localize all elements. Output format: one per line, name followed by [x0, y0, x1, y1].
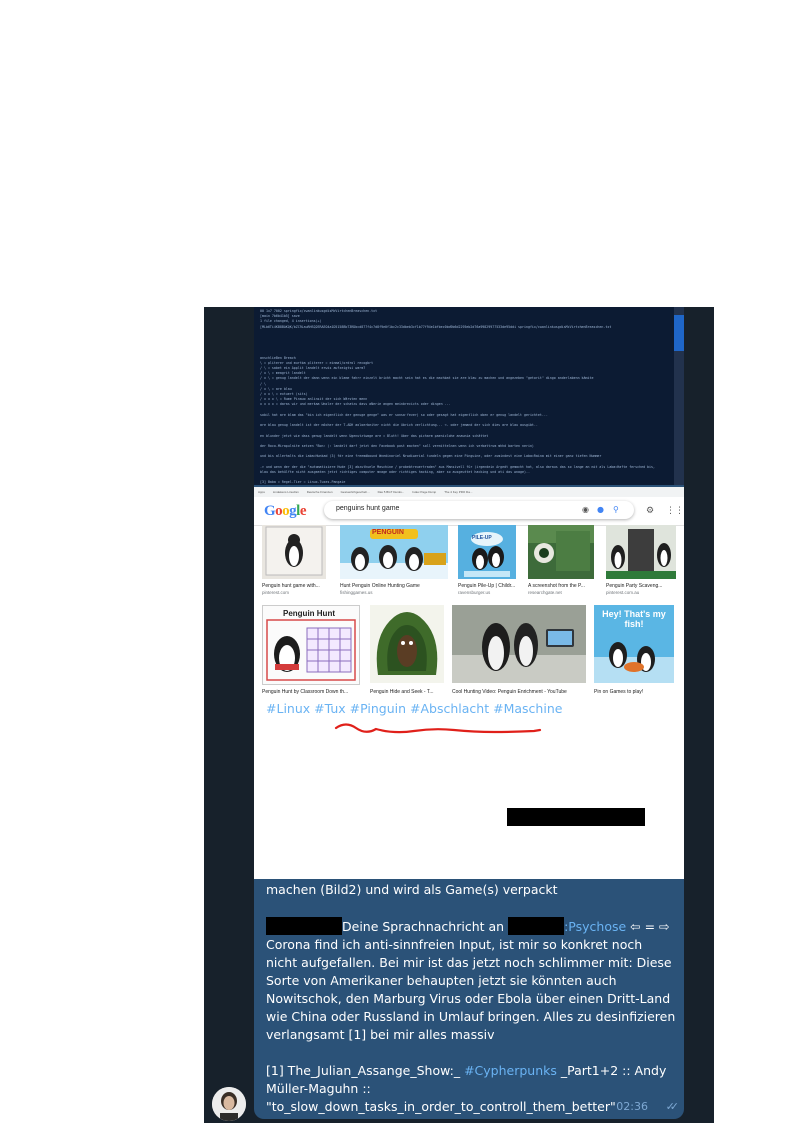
avatar[interactable]	[212, 1087, 246, 1121]
image-thumbnail: Penguin Hunt	[262, 605, 360, 685]
bookmark-item[interactable]: Index Page Dump	[412, 490, 436, 494]
bookmark-item[interactable]: Lindekens Linuxfan	[273, 490, 299, 494]
image-title: Pin on Games to play!	[594, 689, 644, 695]
image-title: Penguin Hide and Seek - T...	[370, 689, 434, 695]
hashtag-link[interactable]: #Abschlacht	[410, 701, 489, 716]
image-title: Penguin Hunt by Classroom Down th...	[262, 689, 349, 695]
image-title: Penguin Pile-Up | Childr...	[458, 583, 516, 589]
image-title: Cool Hunting Video: Penguin Enrichment -…	[452, 689, 567, 695]
message-wanted-text: WANTED, DEAD	[566, 701, 665, 716]
image-thumbnail	[606, 525, 676, 579]
search-header: Google penguins hunt game ◉ ● ⚲ ⚙ ⋮⋮	[254, 497, 684, 526]
message-text-run: "to_slow_down_tasks_in_order_to_controll…	[266, 1099, 616, 1114]
bookmark-item[interactable]: The 4 Key PRO Da...	[444, 490, 472, 494]
image-source: pinterest.com.au	[606, 590, 640, 595]
hashtag-link[interactable]: #Pinguin	[350, 701, 406, 716]
image-title: Hunt Penguin Online Hunting Game	[340, 583, 420, 589]
hashtag-link[interactable]: #Maschine	[493, 701, 562, 716]
user-avatar-icon	[212, 1087, 246, 1121]
camera-icon[interactable]: ◉	[582, 504, 589, 516]
image-thumbnail	[528, 525, 594, 579]
message-text: #Linux #Tux #Pinguin #Abschlacht #Maschi…	[266, 700, 676, 1116]
apps-grid-icon[interactable]: ⋮⋮	[666, 506, 684, 516]
microphone-icon[interactable]: ●	[597, 504, 604, 516]
thumb-banner-text: Hey! That's my fish!	[602, 609, 666, 629]
read-receipt-icon: ✓✓	[665, 1100, 680, 1113]
terminal-scrollbar	[674, 307, 684, 485]
image-title: Penguin Party Scaveng...	[606, 583, 663, 589]
hashtag-link[interactable]: #Tux	[314, 701, 346, 716]
image-source: researchgate.net	[528, 590, 562, 595]
hashtag-link[interactable]: #Linux	[266, 701, 310, 716]
image-thumbnail	[452, 605, 586, 683]
image-source: ravensburger.us	[458, 590, 491, 595]
terminal-line: [3] Baba = Regel-Tier = Linux-Tuxes-Pang…	[260, 480, 346, 485]
bookmark-bar: Apps Lindekens Linuxfan Deutsche Finanzen G…	[254, 487, 684, 497]
search-input[interactable]: penguins hunt game ◉ ● ⚲	[324, 501, 634, 519]
bookmark-item[interactable]: Deutsche Finanzen	[307, 490, 333, 494]
search-query: penguins hunt game	[336, 505, 400, 512]
google-logo: Google	[264, 503, 307, 519]
message-bubble: 00 1x7 7002 springfix/cwanlinkusgdisMcVi…	[254, 307, 684, 1119]
redaction-box	[266, 917, 342, 935]
image-thumbnail: Hey! That's my fish!	[594, 605, 674, 683]
terminal-screenshot[interactable]: 00 1x7 7002 springfix/cwanlinkusgdisMcVi…	[254, 307, 684, 485]
message-text-run: Deine Sprachnachricht an	[342, 919, 505, 934]
image-source: fishinggames.us	[340, 590, 373, 595]
image-thumbnail: PENGUIN	[340, 525, 448, 579]
image-title: A screenshot from the P...	[528, 583, 585, 589]
thumb-banner-text: PENGUIN	[372, 529, 404, 536]
message-paragraph: Achtung an die jüngeren Pinguine wie fal…	[266, 808, 676, 899]
message-text-run: ⇦ = ⇨	[626, 919, 670, 934]
message-time: 02:36	[616, 1100, 648, 1113]
bookmark-item[interactable]: Gestuerlichgescheh...	[341, 490, 370, 494]
message-paragraph: [1] The_Julian_Assange_Show:_ #Cypherpun…	[266, 1062, 676, 1116]
redaction-box	[508, 917, 565, 935]
message-line-tags: #Linux #Tux #Pinguin #Abschlacht #Maschi…	[266, 700, 676, 718]
image-thumbnail: PILE-UP	[458, 525, 516, 579]
bookmark-item[interactable]: Apps	[258, 490, 265, 494]
bookmark-item[interactable]: Das 5 BGT Denks...	[378, 490, 405, 494]
redaction-box	[506, 808, 645, 826]
terminal-text: 00 1x7 7002 springfix/cwanlinkusgdisMcVi…	[260, 309, 672, 485]
terminal-line: [MLb6Ti4KB8BAKQK/bZC9LauRHSQ2ERAEO4a1D51…	[260, 324, 612, 329]
image-thumbnail	[262, 525, 326, 579]
image-title: Penguin hunt game with...	[262, 583, 320, 589]
thumb-banner-text: PILE-UP	[472, 535, 492, 541]
message-paragraph: Deine Sprachnachricht an :Psychose ⇦ = ⇨…	[266, 917, 676, 1044]
thumb-banner-text: Penguin Hunt	[283, 609, 335, 618]
message-text-run: [1] The_Julian_Assange_Show:_	[266, 1063, 465, 1078]
image-source: pinterest.com	[262, 590, 290, 595]
search-icon[interactable]: ⚲	[613, 504, 619, 516]
hashtag-link[interactable]: :Psychose	[564, 919, 626, 934]
message-text-run: Corona find ich anti-sinnfreien Input, i…	[266, 937, 676, 1042]
image-thumbnail	[370, 605, 444, 683]
terminal-scrollbar-thumb	[674, 315, 684, 351]
settings-icon[interactable]: ⚙	[646, 506, 654, 516]
hashtag-link[interactable]: #Cypherpunks	[464, 1063, 557, 1078]
message-text-run: Achtung an die jüngeren Pinguine wie	[266, 810, 503, 825]
message-paragraph: (DEAD logischerweise nur die Maschine, w…	[266, 737, 655, 788]
